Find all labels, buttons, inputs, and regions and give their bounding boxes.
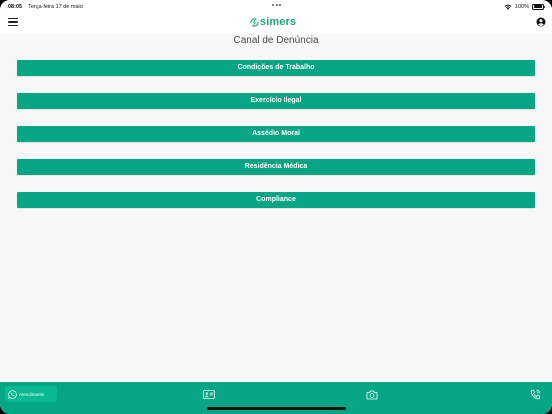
battery-icon (532, 3, 545, 10)
home-indicator[interactable] (207, 407, 346, 410)
id-card-icon[interactable] (203, 390, 215, 399)
camera-icon[interactable] (366, 390, 378, 400)
status-date: Terça-feira 17 de maio (28, 3, 83, 10)
illegal-practice-button[interactable]: Exercício Ilegal (17, 93, 535, 109)
multitasking-dots-icon[interactable] (272, 4, 281, 6)
status-right: 100% (504, 3, 545, 10)
wifi-icon (504, 4, 512, 10)
battery-percent: 100% (514, 3, 529, 10)
status-time: 08:05 (8, 3, 23, 10)
moral-harassment-button[interactable]: Assédio Moral (17, 126, 535, 142)
status-bar: 08:05 Terça-feira 17 de maio 100% (0, 0, 552, 13)
simers-logo-mark-icon (250, 17, 259, 27)
whatsapp-icon (8, 389, 17, 399)
app-screen: 08:05 Terça-feira 17 de maio 100% simers (0, 0, 552, 414)
app-header: simers (0, 13, 552, 34)
whatsapp-label: Atendimento (19, 391, 45, 397)
phone-icon[interactable] (530, 389, 541, 400)
working-conditions-button[interactable]: Condições de Trabalho (17, 60, 535, 76)
logo-text: simers (260, 16, 297, 28)
complaint-menu-list: Condições de Trabalho Exercício Ilegal A… (17, 60, 535, 225)
medical-residency-button[interactable]: Residência Médica (17, 159, 535, 175)
account-icon[interactable] (536, 17, 546, 27)
compliance-button[interactable]: Compliance (17, 192, 535, 208)
whatsapp-support-button[interactable]: Atendimento (5, 386, 57, 402)
page-title: Canal de Denúncia (233, 35, 319, 46)
hamburger-menu-icon[interactable] (8, 18, 18, 27)
simers-logo: simers (250, 16, 296, 28)
